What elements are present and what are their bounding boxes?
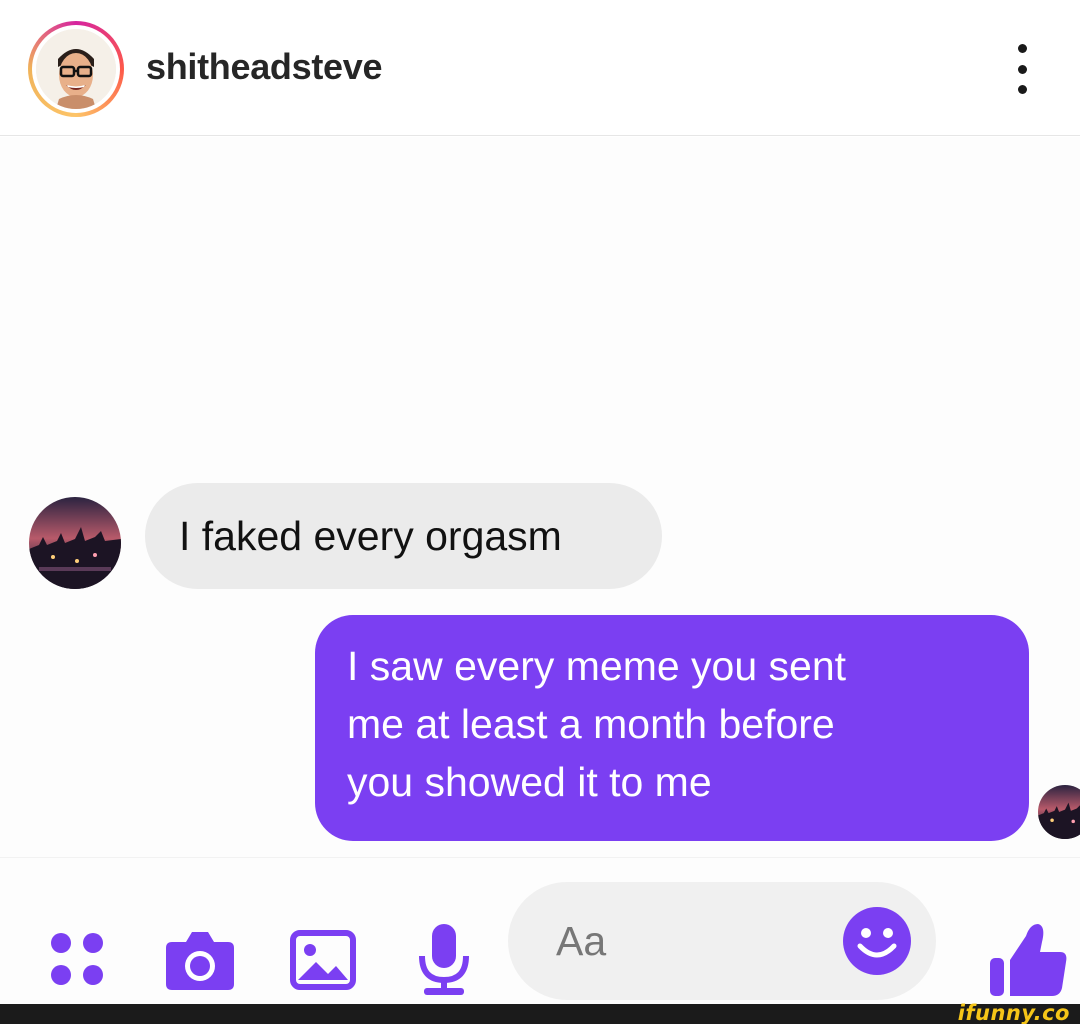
- outgoing-message-line: me at least a month before: [347, 701, 835, 747]
- watermark-strip: ifunny.co: [0, 1001, 1080, 1024]
- contact-avatar[interactable]: [29, 497, 121, 589]
- emoji-icon[interactable]: [842, 906, 912, 976]
- outgoing-message-line: you showed it to me: [347, 759, 712, 805]
- outgoing-message-line: I saw every meme you sent: [347, 643, 847, 689]
- ifunny-watermark: ifunny.co: [957, 1001, 1070, 1024]
- camera-icon[interactable]: [164, 928, 236, 992]
- profile-avatar-ring[interactable]: [28, 21, 124, 117]
- more-options-button[interactable]: [1002, 44, 1042, 94]
- more-vertical-icon: [1017, 44, 1027, 53]
- outgoing-message-bubble: I saw every meme you sent me at least a …: [315, 615, 1029, 841]
- apps-icon[interactable]: [50, 932, 106, 988]
- microphone-icon[interactable]: [416, 922, 472, 998]
- city-sunset-avatar-icon: [29, 497, 121, 589]
- message-input[interactable]: Aa: [508, 882, 936, 1000]
- cartoon-face-icon: [36, 29, 116, 109]
- thumbs-up-icon[interactable]: [986, 916, 1070, 1000]
- city-sunset-avatar-icon: [1038, 785, 1080, 839]
- incoming-message-bubble: I faked every orgasm: [145, 483, 662, 589]
- read-receipt-avatar: [1038, 785, 1080, 839]
- chat-screenshot: I faked every orgasm I saw every meme yo…: [0, 137, 1080, 1004]
- message-composer: Aa: [0, 857, 1080, 1004]
- profile-avatar[interactable]: [36, 29, 116, 109]
- incoming-message-text: I faked every orgasm: [179, 513, 562, 559]
- image-icon[interactable]: [290, 930, 356, 990]
- message-input-placeholder: Aa: [556, 918, 607, 964]
- post-header: shitheadsteve: [0, 0, 1080, 136]
- post-username[interactable]: shitheadsteve: [146, 46, 383, 88]
